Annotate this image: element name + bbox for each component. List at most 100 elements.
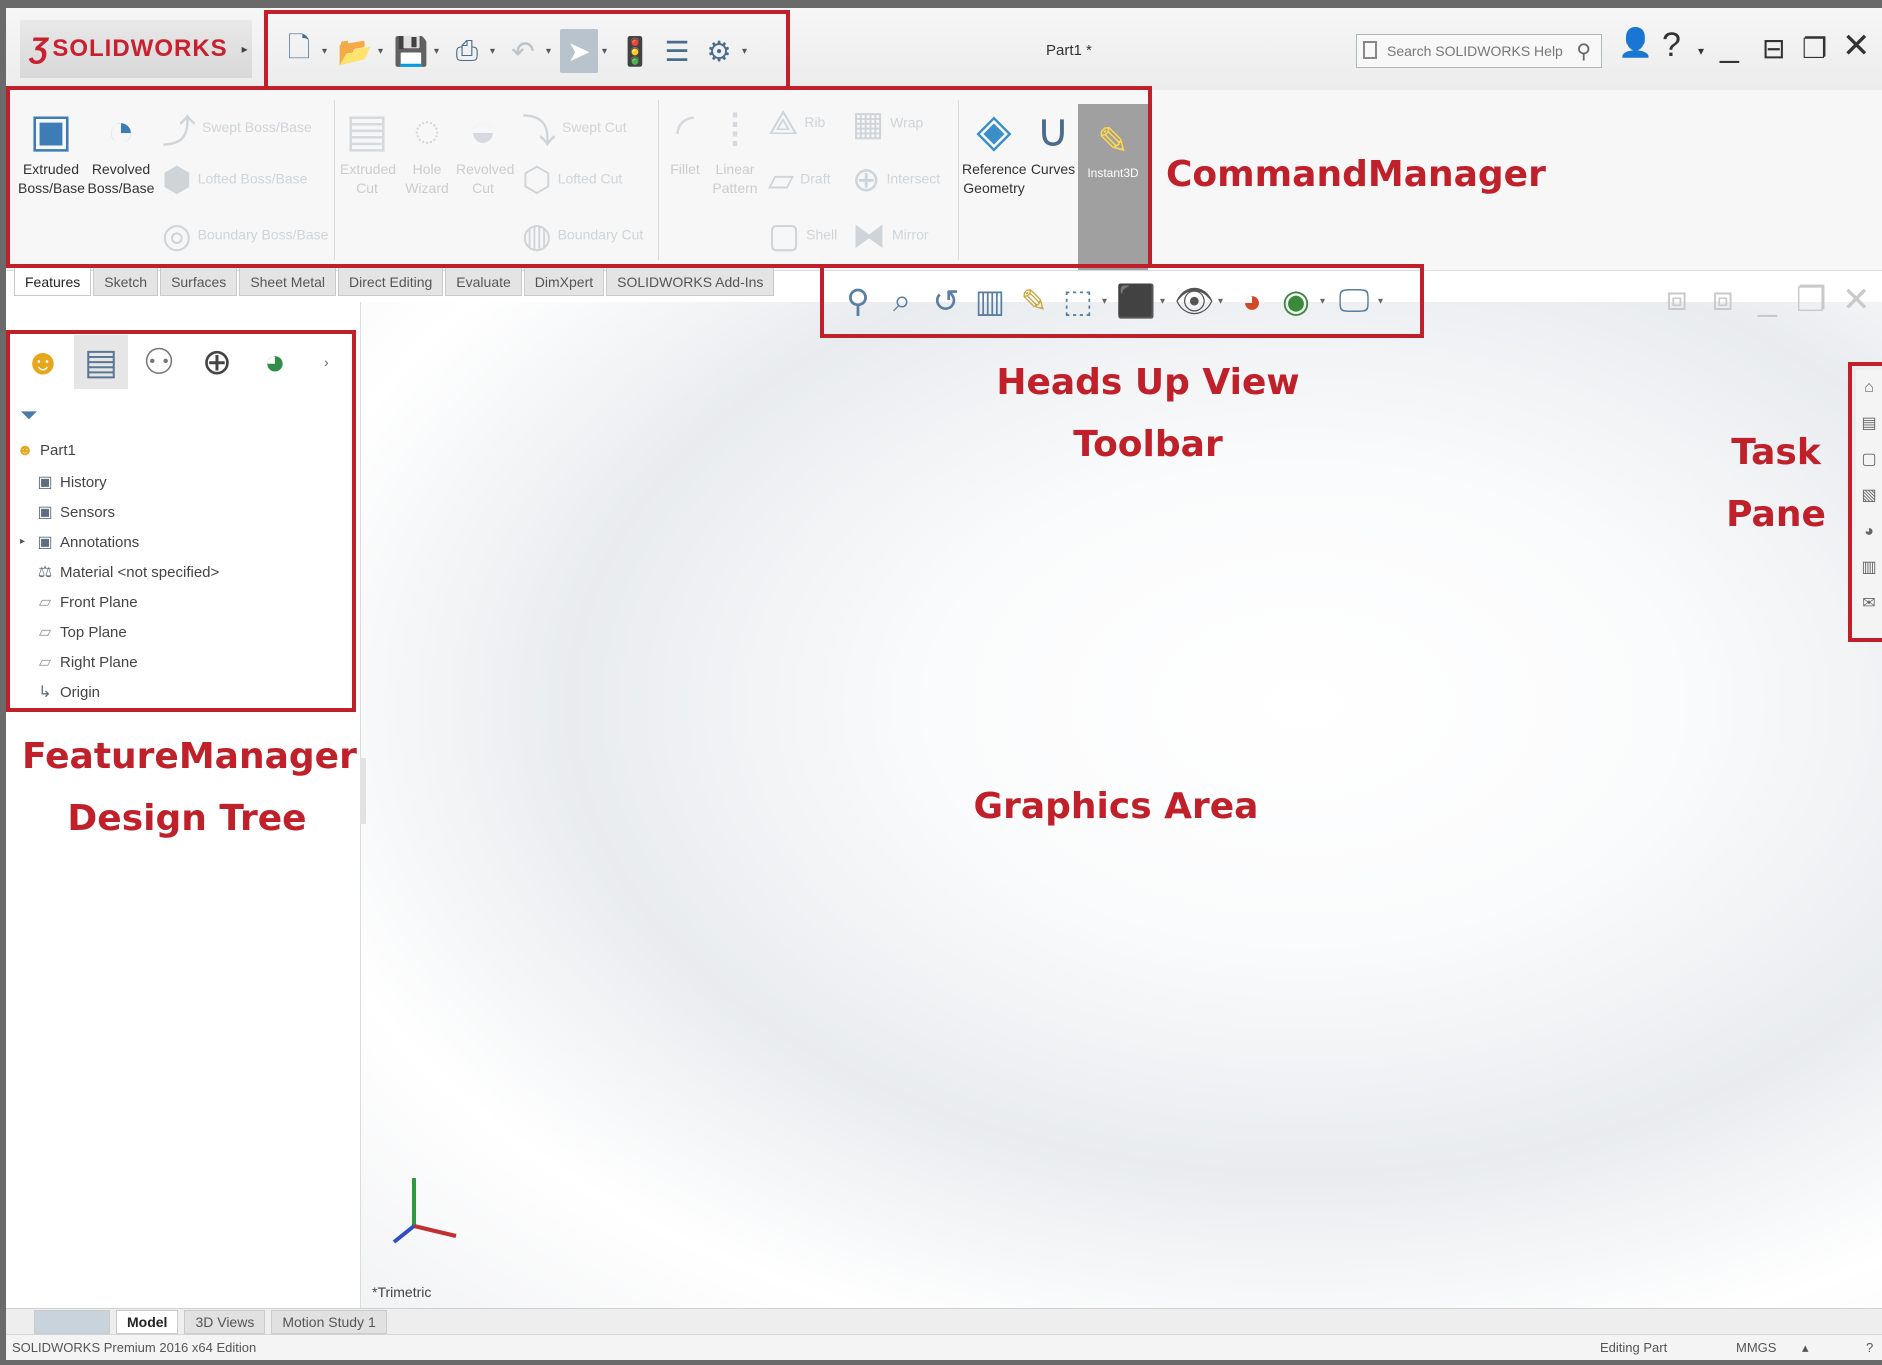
swept-cut-button[interactable]: ⤵ Swept Cut (522, 104, 627, 153)
options-icon[interactable]: ⚙ (700, 29, 738, 73)
document-close-icon[interactable]: ✕ (1842, 280, 1871, 320)
apply-scene-icon[interactable]: ◉ (1276, 282, 1316, 320)
tab-dimxpert[interactable]: DimXpert (523, 266, 605, 296)
boundary-boss-button[interactable]: ◎ Boundary Boss/Base (162, 216, 328, 256)
swept-boss-button[interactable]: ⤴ Swept Boss/Base (162, 104, 312, 153)
extruded-boss-button[interactable]: ▣ Extruded Boss/Base (18, 100, 85, 198)
options-dropdown-icon[interactable]: ▾ (742, 46, 752, 57)
tab-evaluate[interactable]: Evaluate (445, 266, 522, 296)
draft-button[interactable]: ▱ Draft (768, 160, 831, 200)
tree-item-annotations[interactable]: ▣ Annotations (36, 532, 139, 552)
status-help-icon[interactable]: ? (1866, 1340, 1873, 1355)
tree-item-origin[interactable]: ↳ Origin (36, 682, 100, 702)
print-dropdown-icon[interactable]: ▾ (490, 46, 500, 57)
tab-sketch[interactable]: Sketch (93, 266, 159, 296)
instant3d-button[interactable]: ✎ Instant3D (1078, 104, 1148, 270)
lofted-cut-button[interactable]: ⬡ Lofted Cut (522, 160, 622, 200)
status-units[interactable]: MMGS (1736, 1340, 1776, 1355)
section-view-icon[interactable]: ▥ (970, 282, 1010, 320)
annotations-expand-icon[interactable]: ▸ (20, 536, 25, 547)
tab-3d-views[interactable]: 3D Views (184, 1310, 266, 1334)
tree-item-material[interactable]: ⚖ Material <not specified> (36, 562, 219, 582)
tab-direct-editing[interactable]: Direct Editing (338, 266, 444, 296)
hole-wizard-button[interactable]: ◌ Hole Wizard (400, 100, 454, 198)
search-results-icon[interactable]: ▧ (1856, 478, 1882, 514)
new-dropdown-icon[interactable]: ▾ (322, 46, 332, 57)
tile-vertical-icon[interactable]: ⧈ (1712, 280, 1734, 319)
tree-item-top-plane[interactable]: ▱ Top Plane (36, 622, 127, 642)
tree-item-sensors[interactable]: ▣ Sensors (36, 502, 115, 522)
view-settings-icon[interactable]: 🖵 (1334, 282, 1374, 320)
apply-scene-dropdown-icon[interactable]: ▾ (1320, 296, 1330, 307)
previous-view-icon[interactable]: ↺ (926, 282, 966, 320)
save-dropdown-icon[interactable]: ▾ (434, 46, 444, 57)
tab-surfaces[interactable]: Surfaces (160, 266, 238, 296)
search-icon[interactable]: ⚲ (1576, 39, 1591, 64)
solidworks-logo[interactable]: Ʒ SOLIDWORKS ▸ (20, 20, 252, 78)
solidworks-resources-icon[interactable]: ⌂ (1856, 370, 1882, 406)
search-scope-icon[interactable] (1363, 41, 1377, 59)
rib-button[interactable]: ⟁ Rib (768, 104, 825, 143)
view-orientation-dropdown-icon[interactable]: ▾ (1102, 296, 1112, 307)
document-restore-icon[interactable]: ❐ (1796, 280, 1826, 320)
wrap-button[interactable]: ▦ Wrap (852, 104, 923, 144)
edit-appearance-icon[interactable]: ◕ (1232, 283, 1272, 320)
tree-item-history[interactable]: ▣ History (36, 472, 106, 492)
dynamic-annotation-icon[interactable]: ✎ (1014, 282, 1054, 320)
feature-manager-tab-icon[interactable]: ☻ (16, 335, 70, 389)
tab-sheet-metal[interactable]: Sheet Metal (239, 266, 337, 296)
custom-properties-icon[interactable]: ▥ (1856, 550, 1882, 586)
design-library-icon[interactable]: ▤ (1856, 406, 1882, 442)
new-document-icon[interactable]: 🗋 (280, 29, 318, 73)
zoom-to-fit-icon[interactable]: ⚲ (838, 282, 878, 320)
intersect-button[interactable]: ⊕ Intersect (852, 160, 940, 200)
tree-item-right-plane[interactable]: ▱ Right Plane (36, 652, 138, 672)
extruded-cut-button[interactable]: ▤ Extruded Cut (340, 100, 396, 198)
display-style-dropdown-icon[interactable]: ▾ (1160, 296, 1170, 307)
save-icon[interactable]: 💾 (392, 29, 430, 73)
close-icon[interactable]: ✕ (1842, 26, 1871, 66)
file-properties-icon[interactable]: ☰ (658, 29, 696, 73)
view-orientation-icon[interactable]: ⬚ (1058, 282, 1098, 320)
dimxpert-manager-tab-icon[interactable]: ⊕ (190, 335, 244, 389)
tab-features[interactable]: Features (14, 266, 92, 296)
appearances-icon[interactable]: ◕ (1856, 514, 1882, 550)
tree-root[interactable]: ☻ Part1 (16, 442, 76, 460)
open-icon[interactable]: 📂 (336, 29, 374, 73)
curves-button[interactable]: ∪ Curves (1030, 100, 1076, 179)
tab-add-ins[interactable]: SOLIDWORKS Add-Ins (606, 266, 775, 296)
revolved-cut-button[interactable]: ◒ Revolved Cut (456, 100, 514, 198)
tab-model[interactable]: Model (116, 1310, 179, 1334)
logo-menu-arrow-icon[interactable]: ▸ (242, 42, 248, 56)
tree-item-front-plane[interactable]: ▱ Front Plane (36, 592, 138, 612)
document-minimize-icon[interactable]: _ (1758, 280, 1777, 319)
mirror-button[interactable]: ⧓ Mirror (852, 216, 929, 256)
linear-pattern-button[interactable]: ⁞ Linear Pattern (710, 100, 760, 198)
select-dropdown-icon[interactable]: ▾ (602, 46, 612, 57)
undo-dropdown-icon[interactable]: ▾ (546, 46, 556, 57)
print-icon[interactable]: ⎙ (448, 29, 486, 73)
help-dropdown-icon[interactable]: ▾ (1698, 44, 1704, 58)
forum-icon[interactable]: ✉ (1856, 586, 1882, 622)
property-manager-tab-icon[interactable]: ▤ (74, 335, 128, 389)
user-icon[interactable]: 👤 (1618, 26, 1653, 59)
open-dropdown-icon[interactable]: ▾ (378, 46, 388, 57)
display-style-icon[interactable]: ⬛ (1116, 282, 1156, 320)
fillet-button[interactable]: ◜ Fillet (662, 100, 708, 179)
zoom-to-area-icon[interactable]: ⌕ (882, 282, 922, 320)
tab-scroll-buttons[interactable] (34, 1310, 110, 1334)
tile-horizontal-icon[interactable]: ⧈ (1666, 280, 1688, 319)
reference-geometry-button[interactable]: ◈ Reference Geometry (962, 100, 1027, 198)
configuration-manager-tab-icon[interactable]: ⚇ (132, 335, 186, 389)
view-settings-dropdown-icon[interactable]: ▾ (1378, 296, 1388, 307)
hide-show-items-icon[interactable]: 👁 (1174, 282, 1215, 320)
display-manager-tab-icon[interactable]: ◕ (248, 335, 302, 389)
panel-splitter[interactable] (360, 758, 366, 824)
undo-icon[interactable]: ↶ (504, 29, 542, 73)
units-dropdown-icon[interactable]: ▴ (1802, 1340, 1809, 1356)
minimize-icon[interactable]: _ (1720, 26, 1739, 65)
pin-icon[interactable]: ⊟ (1762, 32, 1785, 65)
shell-button[interactable]: ▢ Shell (768, 216, 837, 256)
filter-icon[interactable]: ⏷ (20, 402, 38, 428)
tab-motion-study[interactable]: Motion Study 1 (271, 1310, 387, 1334)
